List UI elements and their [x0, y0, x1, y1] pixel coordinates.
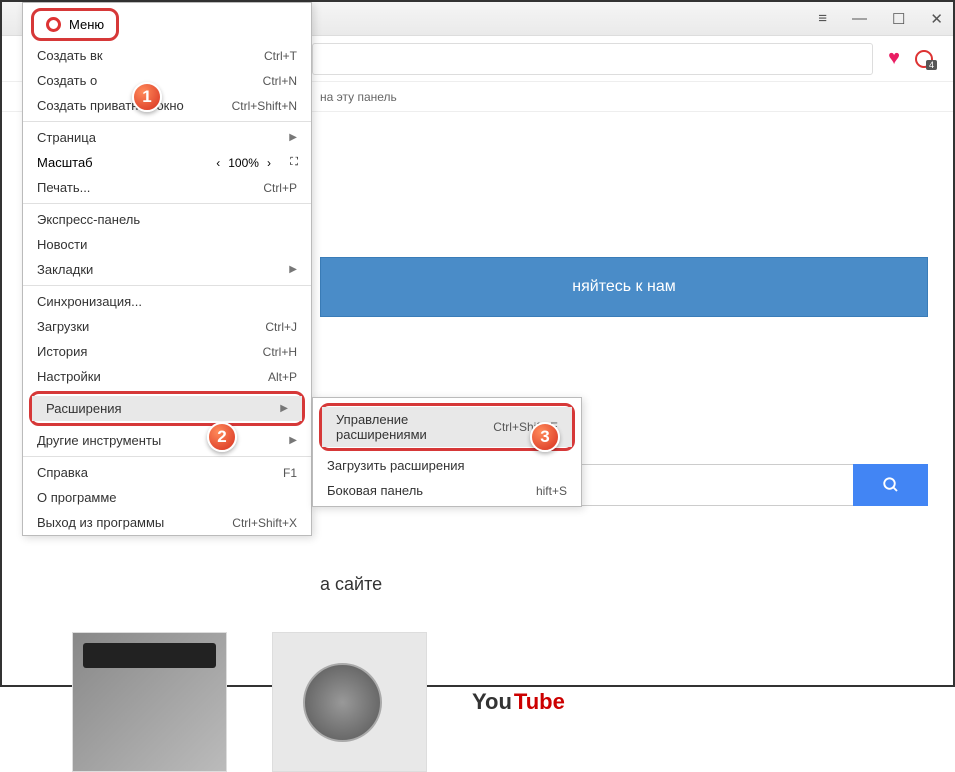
submenu-sidebar[interactable]: Боковая панельhift+S	[313, 478, 581, 503]
menu-extensions[interactable]: Расширения▶	[32, 396, 302, 421]
join-banner[interactable]: няйтесь к нам	[320, 257, 928, 317]
banner-text: няйтесь к нам	[572, 278, 675, 296]
section-title: а сайте	[320, 574, 382, 595]
fullscreen-icon[interactable]: ⛶	[290, 156, 297, 169]
zoom-value: 100%	[228, 156, 259, 170]
menu-bookmarks[interactable]: Закладки▶	[23, 257, 311, 282]
menu-other-tools[interactable]: Другие инструменты▶	[23, 428, 311, 453]
highlight-extensions: Расширения▶	[29, 391, 305, 426]
thumb-youtube[interactable]: YouTube	[472, 632, 565, 772]
bookmark-bar-hint: на эту панель	[320, 90, 397, 104]
minimize-button[interactable]: —	[852, 10, 867, 28]
callout-3: 3	[530, 422, 560, 452]
menu-zoom[interactable]: Масштаб ‹100%› ⛶	[23, 150, 311, 175]
callout-1: 1	[132, 82, 162, 112]
menu-exit[interactable]: Выход из программыCtrl+Shift+X	[23, 510, 311, 535]
callout-2: 2	[207, 422, 237, 452]
opera-icon	[46, 17, 61, 32]
menu-button[interactable]: Меню	[31, 8, 119, 41]
menu-new-private[interactable]: Создать приватное окноCtrl+Shift+N	[23, 93, 311, 118]
thumb-hdd-open[interactable]	[272, 632, 427, 772]
menu-help[interactable]: СправкаF1	[23, 460, 311, 485]
menu-title: Меню	[69, 17, 104, 32]
extensions-submenu: Управление расширениямиCtrl+Shift+E Загр…	[312, 397, 582, 507]
close-button[interactable]: ✕	[930, 10, 943, 28]
menu-about[interactable]: О программе	[23, 485, 311, 510]
menu-speed-dial[interactable]: Экспресс-панель	[23, 207, 311, 232]
menu-new-tab[interactable]: Создать вкCtrl+T	[23, 43, 311, 68]
opera-profile-badge[interactable]	[915, 50, 933, 68]
bookmark-heart-icon[interactable]: ♥	[888, 47, 900, 70]
main-menu: Меню Создать вкCtrl+T Создать оCtrl+N Со…	[22, 2, 312, 536]
thumb-hdd-closed[interactable]	[72, 632, 227, 772]
youtube-you: You	[472, 689, 512, 715]
menu-news[interactable]: Новости	[23, 232, 311, 257]
menu-print[interactable]: Печать...Ctrl+P	[23, 175, 311, 200]
thumbnail-row: YouTube	[72, 632, 565, 772]
youtube-tube: Tube	[514, 689, 565, 715]
submenu-load-extensions[interactable]: Загрузить расширения	[313, 453, 581, 478]
menu-sync[interactable]: Синхронизация...	[23, 289, 311, 314]
maximize-button[interactable]: ☐	[892, 10, 905, 28]
titlebar-menu-icon[interactable]: ≡	[818, 10, 827, 28]
zoom-out[interactable]: ‹	[216, 156, 220, 170]
menu-history[interactable]: ИсторияCtrl+H	[23, 339, 311, 364]
menu-page[interactable]: Страница▶	[23, 125, 311, 150]
url-input[interactable]	[312, 43, 873, 75]
zoom-in[interactable]: ›	[267, 156, 271, 170]
menu-new-window[interactable]: Создать оCtrl+N	[23, 68, 311, 93]
menu-downloads[interactable]: ЗагрузкиCtrl+J	[23, 314, 311, 339]
search-icon	[882, 476, 900, 494]
menu-settings[interactable]: НастройкиAlt+P	[23, 364, 311, 389]
search-button[interactable]	[853, 464, 928, 506]
